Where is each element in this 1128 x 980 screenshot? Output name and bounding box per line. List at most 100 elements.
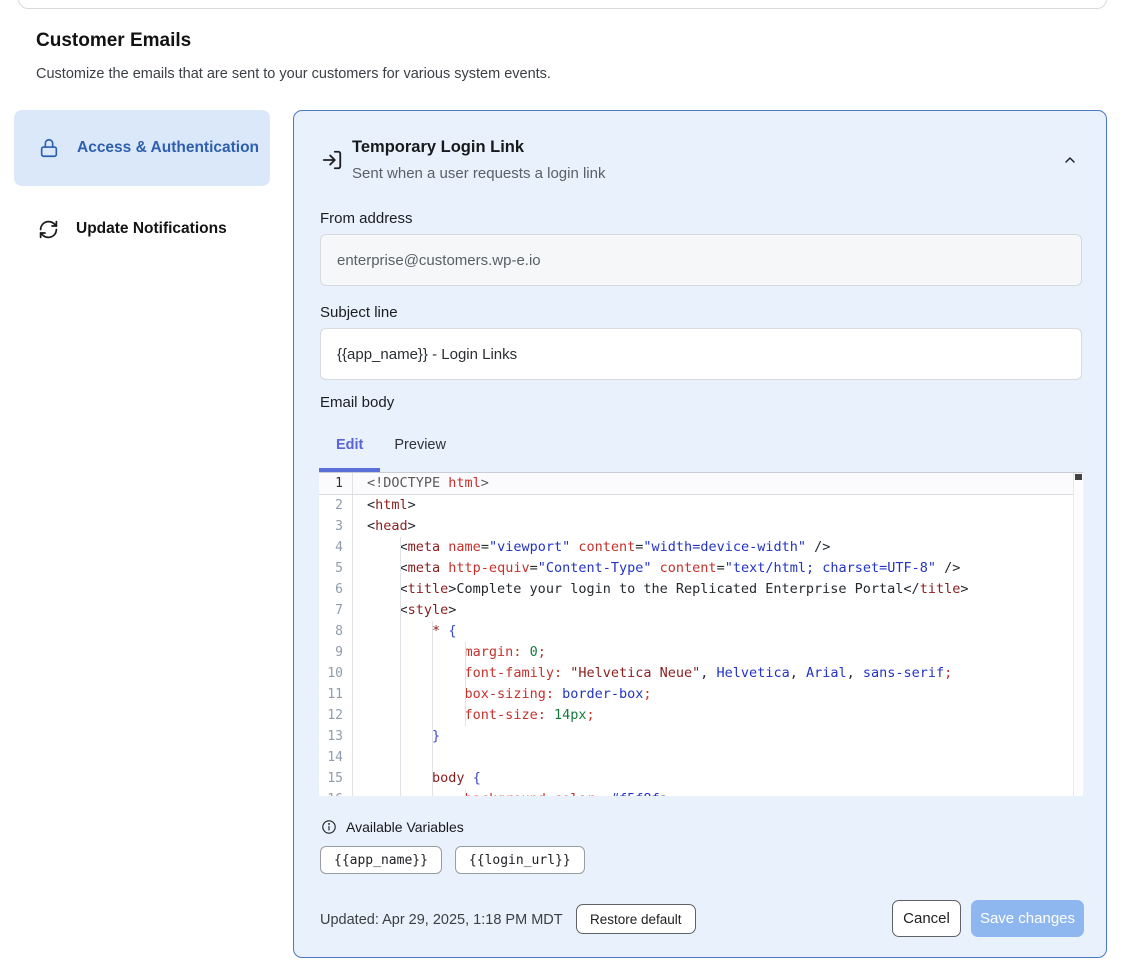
indent-guide — [400, 621, 401, 642]
line-number: 12 — [319, 705, 353, 726]
line-number: 14 — [319, 747, 353, 768]
code-text: <head> — [353, 516, 1083, 537]
code-line: 2<html> — [319, 495, 1083, 516]
indent-guide — [400, 684, 401, 705]
variable-chip-login-url[interactable]: {{login_url}} — [455, 846, 585, 874]
from-address-label: From address — [320, 210, 413, 227]
page-subtitle: Customize the emails that are sent to yo… — [36, 66, 551, 82]
code-text: <html> — [353, 495, 1083, 516]
indent-guide — [432, 642, 433, 663]
code-text: * { — [353, 621, 1083, 642]
available-variables-row: Available Variables — [321, 819, 464, 835]
email-settings-panel: Temporary Login Link Sent when a user re… — [293, 110, 1107, 958]
indent-guide — [465, 789, 466, 796]
tab-preview[interactable]: Preview — [394, 437, 446, 453]
indent-guide — [432, 789, 433, 796]
lock-icon — [38, 137, 60, 159]
indent-guide — [432, 768, 433, 789]
indent-guide — [400, 768, 401, 789]
indent-guide — [465, 642, 466, 663]
line-number: 7 — [319, 600, 353, 621]
restore-default-button[interactable]: Restore default — [576, 904, 696, 934]
code-line: 5 <meta http-equiv="Content-Type" conten… — [319, 558, 1083, 579]
line-number: 2 — [319, 495, 353, 516]
code-text: body { — [353, 768, 1083, 789]
info-icon — [321, 819, 337, 835]
code-lines: 1<!DOCTYPE html>2<html>3<head>4 <meta na… — [319, 473, 1083, 796]
code-text: <meta name="viewport" content="width=dev… — [353, 537, 1083, 558]
code-line: 13 } — [319, 726, 1083, 747]
indent-guide — [400, 747, 401, 768]
editor-tabs: Edit Preview — [336, 437, 446, 453]
code-line: 9 margin: 0; — [319, 642, 1083, 663]
sidebar-item-access-authentication[interactable]: Access & Authentication — [14, 110, 270, 186]
code-line: 16 background-color: #f5f8fa; — [319, 789, 1083, 796]
code-text: <title>Complete your login to the Replic… — [353, 579, 1083, 600]
indent-guide — [432, 684, 433, 705]
sidebar-item-update-notifications[interactable]: Update Notifications — [14, 205, 270, 253]
log-in-icon — [321, 149, 343, 171]
available-variables-label: Available Variables — [346, 819, 464, 835]
indent-guide — [400, 705, 401, 726]
line-number: 3 — [319, 516, 353, 537]
code-editor[interactable]: 1<!DOCTYPE html>2<html>3<head>4 <meta na… — [319, 472, 1083, 796]
code-line: 8 * { — [319, 621, 1083, 642]
line-number: 5 — [319, 558, 353, 579]
line-number: 6 — [319, 579, 353, 600]
subject-line-input[interactable] — [320, 328, 1082, 380]
editor-scrollbar[interactable] — [1073, 473, 1083, 796]
previous-card-bottom-edge — [18, 0, 1107, 9]
indent-guide — [432, 705, 433, 726]
section-title: Temporary Login Link — [352, 138, 524, 157]
code-text — [353, 747, 1083, 768]
line-number: 16 — [319, 789, 353, 796]
tab-edit[interactable]: Edit — [336, 437, 363, 453]
line-number: 1 — [319, 473, 353, 494]
code-line: 1<!DOCTYPE html> — [319, 473, 1083, 495]
indent-guide — [400, 537, 401, 558]
line-number: 10 — [319, 663, 353, 684]
email-body-label: Email body — [320, 394, 394, 411]
line-number: 9 — [319, 642, 353, 663]
indent-guide — [432, 621, 433, 642]
chevron-up-icon[interactable] — [1062, 152, 1078, 168]
indent-guide — [465, 684, 466, 705]
line-number: 11 — [319, 684, 353, 705]
line-number: 4 — [319, 537, 353, 558]
line-number: 15 — [319, 768, 353, 789]
code-line: 10 font-family: "Helvetica Neue", Helvet… — [319, 663, 1083, 684]
indent-guide — [400, 642, 401, 663]
code-text: <meta http-equiv="Content-Type" content=… — [353, 558, 1083, 579]
code-line: 15 body { — [319, 768, 1083, 789]
from-address-input[interactable] — [320, 234, 1082, 286]
sidebar-item-label: Update Notifications — [76, 217, 227, 241]
variable-chip-app-name[interactable]: {{app_name}} — [320, 846, 442, 874]
code-text: font-family: "Helvetica Neue", Helvetica… — [353, 663, 1083, 684]
indent-guide — [400, 579, 401, 600]
code-text: <!DOCTYPE html> — [353, 473, 1083, 494]
indent-guide — [400, 663, 401, 684]
line-number: 8 — [319, 621, 353, 642]
code-line: 3<head> — [319, 516, 1083, 537]
page-title: Customer Emails — [36, 30, 191, 52]
save-changes-button[interactable]: Save changes — [971, 900, 1084, 937]
code-text: box-sizing: border-box; — [353, 684, 1083, 705]
subject-line-label: Subject line — [320, 304, 398, 321]
editor-scrollbar-thumb[interactable] — [1075, 474, 1082, 480]
cancel-button[interactable]: Cancel — [892, 900, 961, 937]
code-line: 4 <meta name="viewport" content="width=d… — [319, 537, 1083, 558]
code-text: } — [353, 726, 1083, 747]
section-subtitle: Sent when a user requests a login link — [352, 165, 605, 182]
indent-guide — [465, 705, 466, 726]
indent-guide — [400, 789, 401, 796]
code-text: <style> — [353, 600, 1083, 621]
code-text: margin: 0; — [353, 642, 1083, 663]
sidebar-item-label: Access & Authentication — [77, 136, 259, 160]
indent-guide — [400, 558, 401, 579]
indent-guide — [432, 747, 433, 768]
indent-guide — [432, 663, 433, 684]
refresh-icon — [38, 219, 59, 240]
updated-timestamp: Updated: Apr 29, 2025, 1:18 PM MDT — [320, 912, 563, 928]
code-line: 7 <style> — [319, 600, 1083, 621]
code-text: background-color: #f5f8fa; — [353, 789, 1083, 796]
